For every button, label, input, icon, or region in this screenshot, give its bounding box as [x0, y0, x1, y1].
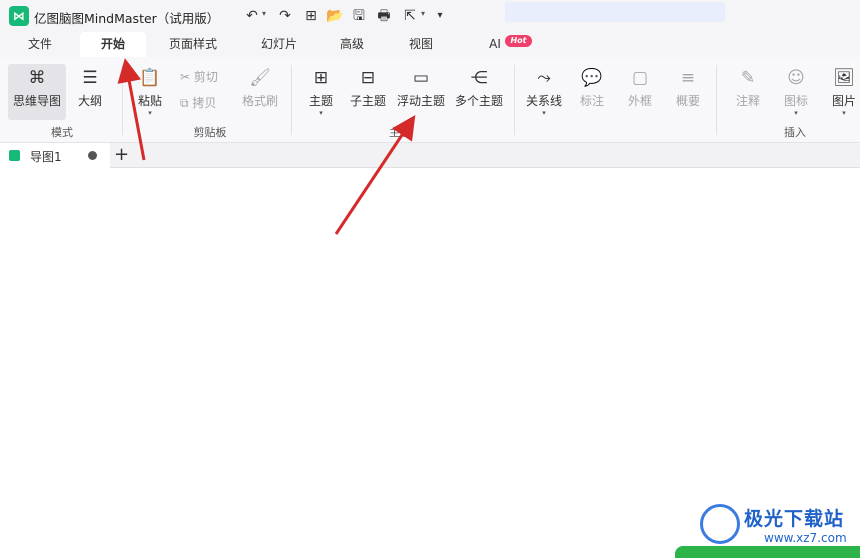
icon-dropdown-icon: ▾ — [794, 109, 798, 117]
export-dropdown-icon[interactable]: ▾ — [421, 9, 425, 18]
copy-button[interactable]: ⧉ 拷贝 — [180, 93, 216, 113]
add-tab-button[interactable]: + — [114, 144, 129, 166]
note-label: 注释 — [735, 94, 760, 108]
floating-topic-icon: ▭ — [412, 68, 430, 88]
smiley-icon: ☺ — [787, 68, 805, 88]
icon-label: 图标 — [783, 94, 808, 108]
new-file-icon[interactable]: ⊞ — [302, 7, 320, 25]
tab-slides[interactable]: 幻灯片 — [246, 32, 312, 57]
multiple-topics-label: 多个主题 — [454, 94, 503, 108]
brush-icon: 🖌 — [249, 68, 271, 88]
note-button[interactable]: ✎ 注释 — [731, 64, 765, 120]
print-icon[interactable]: 🖶 — [375, 7, 393, 25]
ribbon-toolbar: ⌘ 思维导图 ☰ 大纲 模式 📋 粘贴 ▾ ✂ 剪切 ⧉ 拷贝 🖌 格式刷 剪贴… — [0, 57, 860, 143]
image-dropdown-icon: ▾ — [842, 109, 846, 117]
tab-file[interactable]: 文件 — [14, 32, 66, 57]
watermark-text: 极光下载站 — [744, 508, 845, 530]
document-tab-strip: 导图1 + — [0, 143, 860, 168]
pencil-icon: ✎ — [740, 68, 756, 88]
mindmap-file-icon — [9, 150, 20, 161]
mindmap-icon: ⌘ — [28, 68, 46, 88]
customize-quick-access-icon[interactable]: ▾ — [431, 7, 449, 25]
image-button[interactable]: 🖼 图片 ▾ — [827, 64, 860, 120]
title-banner — [505, 2, 725, 22]
tab-home[interactable]: 开始 — [80, 32, 146, 57]
insert-group-label: 插入 — [784, 126, 806, 139]
outline-mode-button[interactable]: ☰ 大纲 — [70, 64, 110, 120]
outline-icon: ☰ — [82, 68, 98, 88]
document-tab[interactable]: 导图1 — [0, 143, 110, 168]
topic-icon: ⊞ — [313, 68, 329, 88]
mode-group-label: 模式 — [51, 126, 73, 139]
copy-label: 拷贝 — [192, 96, 217, 110]
open-folder-icon[interactable]: 📂 — [326, 7, 344, 25]
undo-icon[interactable]: ↶ — [243, 7, 261, 25]
icon-button[interactable]: ☺ 图标 ▾ — [779, 64, 813, 120]
save-icon[interactable]: 🖫 — [350, 7, 368, 25]
relationship-label: 关系线 — [525, 94, 562, 108]
multiple-topics-button[interactable]: ⋲ 多个主题 — [454, 64, 504, 120]
app-title: 亿图脑图MindMaster（试用版） — [34, 11, 220, 26]
summary-icon: ≡ — [680, 68, 696, 88]
watermark-url: www.xz7.com — [764, 531, 847, 545]
outline-mode-label: 大纲 — [77, 94, 102, 108]
menu-bar: 文件 开始 页面样式 幻灯片 高级 视图 AI — [0, 32, 860, 57]
ribbon-divider — [716, 65, 717, 135]
relationship-icon: ⤳ — [537, 68, 551, 88]
floating-topic-button[interactable]: ▭ 浮动主题 — [396, 64, 446, 120]
boundary-label: 外框 — [627, 94, 652, 108]
subtopic-icon: ⊟ — [360, 68, 376, 88]
cut-label: 剪切 — [193, 70, 218, 84]
topic-group-label: 主题 — [389, 126, 411, 139]
paste-button[interactable]: 📋 粘贴 ▾ — [132, 64, 168, 120]
callout-icon: 💬 — [581, 68, 603, 88]
title-bar: ⋈ 亿图脑图MindMaster（试用版） ↶ ▾ ↷ ⊞ 📂 🖫 🖶 ⇱ ▾ … — [0, 0, 860, 32]
multiple-topics-icon: ⋲ — [470, 68, 488, 88]
floating-topic-label: 浮动主题 — [396, 94, 445, 108]
summary-button[interactable]: ≡ 概要 — [671, 64, 705, 120]
format-painter-button[interactable]: 🖌 格式刷 — [240, 64, 280, 120]
boundary-icon: ▢ — [631, 68, 649, 88]
hot-badge: Hot — [505, 35, 532, 47]
callout-button[interactable]: 💬 标注 — [575, 64, 609, 120]
ribbon-divider — [122, 65, 123, 135]
topic-button[interactable]: ⊞ 主题 ▾ — [304, 64, 338, 120]
export-icon[interactable]: ⇱ — [401, 7, 419, 25]
boundary-button[interactable]: ▢ 外框 — [623, 64, 657, 120]
paste-label: 粘贴 — [137, 94, 162, 108]
clipboard-icon: 📋 — [139, 68, 161, 88]
relationship-dropdown-icon: ▾ — [542, 109, 546, 117]
watermark: 极光下载站 www.xz7.com — [675, 498, 860, 558]
ribbon-divider — [291, 65, 292, 135]
paste-dropdown-icon: ▾ — [148, 109, 152, 117]
undo-dropdown-icon[interactable]: ▾ — [262, 9, 266, 18]
image-icon: 🖼 — [833, 68, 855, 88]
mindmaster-logo-icon: ⋈ — [9, 6, 29, 26]
tab-view[interactable]: 视图 — [395, 32, 447, 57]
unsaved-dot-icon[interactable] — [88, 151, 97, 160]
mindmap-mode-button[interactable]: ⌘ 思维导图 — [8, 64, 66, 120]
watermark-bar — [675, 546, 860, 558]
topic-label: 主题 — [308, 94, 333, 108]
copy-icon: ⧉ — [180, 96, 189, 110]
callout-label: 标注 — [579, 94, 604, 108]
mindmap-mode-label: 思维导图 — [12, 94, 61, 108]
image-label: 图片 — [831, 94, 856, 108]
topic-dropdown-icon: ▾ — [319, 109, 323, 117]
subtopic-button[interactable]: ⊟ 子主题 — [348, 64, 388, 120]
format-painter-label: 格式刷 — [241, 94, 278, 108]
tab-page-style[interactable]: 页面样式 — [160, 32, 226, 57]
scissors-icon: ✂ — [180, 70, 191, 84]
subtopic-label: 子主题 — [349, 94, 386, 108]
cut-button[interactable]: ✂ 剪切 — [180, 67, 218, 87]
tab-advanced[interactable]: 高级 — [326, 32, 378, 57]
redo-icon[interactable]: ↷ — [276, 7, 294, 25]
watermark-logo-icon — [700, 504, 740, 544]
ribbon-divider — [514, 65, 515, 135]
relationship-button[interactable]: ⤳ 关系线 ▾ — [524, 64, 564, 120]
clipboard-group-label: 剪贴板 — [193, 126, 227, 139]
document-tab-label: 导图1 — [30, 150, 62, 164]
summary-label: 概要 — [675, 94, 700, 108]
mindmap-canvas[interactable] — [0, 168, 860, 553]
